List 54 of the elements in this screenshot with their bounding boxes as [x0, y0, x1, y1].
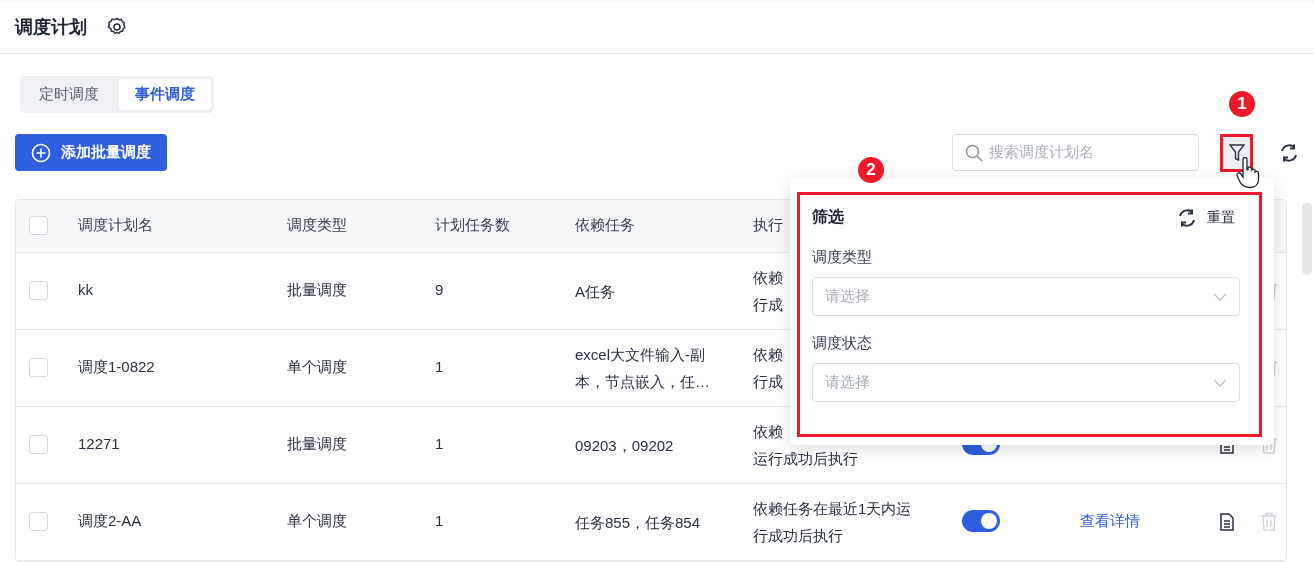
- table-cell: 1: [435, 435, 444, 452]
- reset-icon[interactable]: [1177, 207, 1197, 228]
- table-cell: 1: [435, 512, 444, 529]
- toggle-switch[interactable]: [962, 510, 1000, 532]
- column-header: 调度计划名: [78, 216, 153, 235]
- table-cell-text: 09203，09202: [575, 435, 675, 456]
- row-checkbox[interactable]: [29, 512, 48, 531]
- add-button[interactable]: 添加批量调度: [15, 134, 167, 171]
- tab[interactable]: 定时调度: [23, 79, 115, 110]
- table-cell-text: 依赖任务在最近1天内运 行成功后执行: [753, 499, 912, 546]
- column-header: 调度类型: [287, 216, 347, 235]
- page-title: 调度计划: [15, 15, 87, 39]
- funnel-icon: [1228, 143, 1245, 162]
- table-cell-text: excel大文件输入-副本，节点嵌入，任…: [575, 345, 711, 392]
- row-checkbox[interactable]: [29, 281, 48, 300]
- column-header: 计划任务数: [435, 216, 510, 235]
- table-cell-text: 依赖 行成: [753, 268, 783, 315]
- table-cell: 调度2-AA: [78, 512, 142, 531]
- panel-title: 筛选: [812, 207, 844, 227]
- table-cell: 1: [435, 358, 444, 375]
- tab[interactable]: 事件调度: [119, 79, 211, 110]
- scrollbar[interactable]: [1302, 203, 1312, 275]
- table-cell: 批量调度: [287, 281, 347, 300]
- settings-icon[interactable]: [107, 16, 127, 37]
- delete-icon[interactable]: [1260, 512, 1278, 531]
- document-icon[interactable]: [1219, 513, 1235, 531]
- table-cell: 单个调度: [287, 512, 347, 531]
- table-cell: 批量调度: [287, 435, 347, 454]
- header-checkbox[interactable]: [29, 216, 48, 235]
- field-label: 调度状态: [812, 334, 873, 353]
- table-cell: kk: [78, 281, 93, 298]
- step-marker: 2: [858, 157, 884, 183]
- table-cell-text: 依赖 行成: [753, 345, 783, 392]
- table-cell: 调度1-0822: [78, 358, 155, 377]
- column-header: 依赖任务: [575, 216, 635, 235]
- row-checkbox[interactable]: [29, 358, 48, 377]
- table-cell-text: A任务: [575, 281, 616, 302]
- details-link[interactable]: 查看详情: [1080, 512, 1140, 531]
- field-label: 调度类型: [812, 248, 873, 267]
- chevron-down-icon: [1213, 292, 1227, 301]
- table-cell: 9: [435, 281, 444, 298]
- search-icon: [965, 143, 983, 162]
- filter-button[interactable]: [1220, 133, 1253, 172]
- table-cell: 12271: [78, 435, 120, 452]
- plus-circle-icon: [31, 142, 51, 163]
- refresh-icon[interactable]: [1279, 142, 1299, 163]
- table-cell: 单个调度: [287, 358, 347, 377]
- table-cell-text: 依赖 运行成功后执行: [753, 422, 858, 469]
- step-marker: 1: [1229, 91, 1255, 117]
- reset-button[interactable]: 重置: [1177, 207, 1235, 228]
- chevron-down-icon: [1213, 378, 1227, 387]
- table-cell-text: 任务855，任务854: [575, 512, 702, 533]
- row-checkbox[interactable]: [29, 435, 48, 454]
- column-header: 执行: [753, 216, 783, 235]
